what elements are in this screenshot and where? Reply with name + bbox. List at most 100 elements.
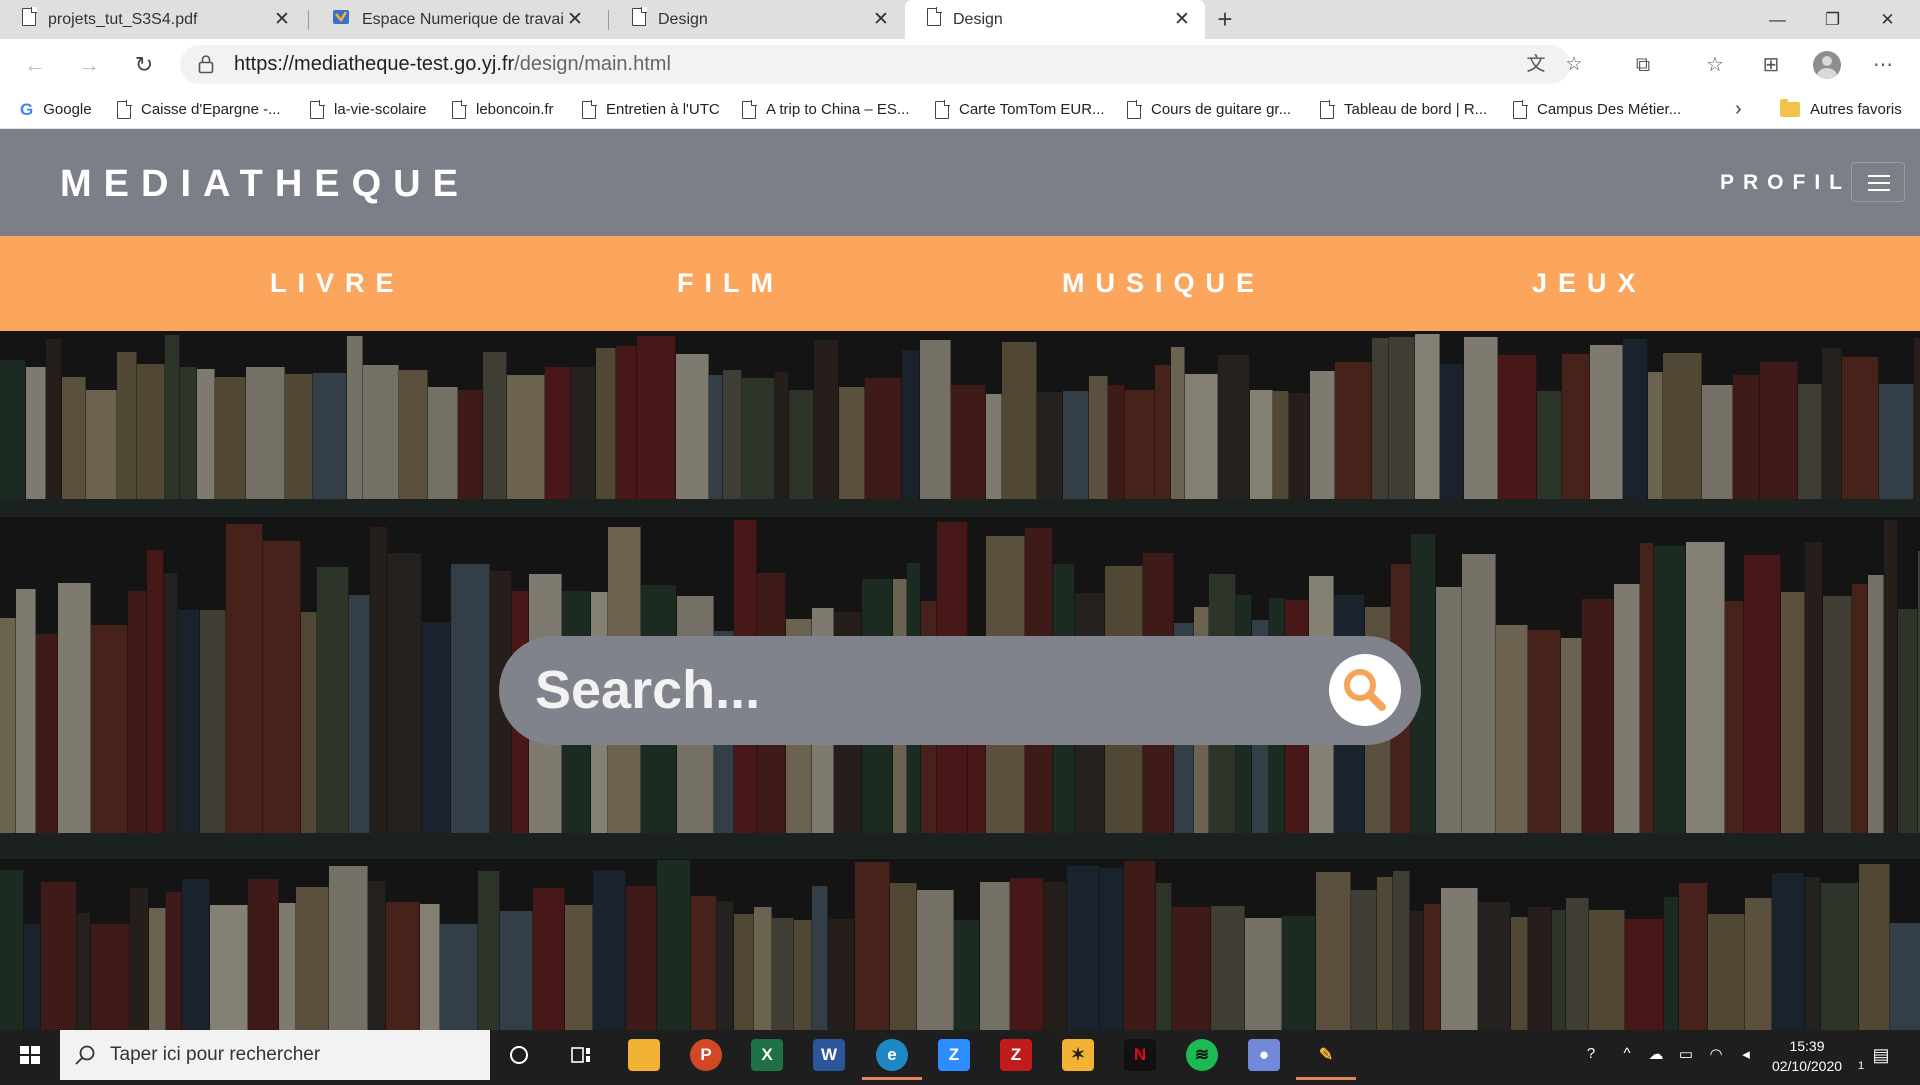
profile-avatar[interactable]: [1813, 51, 1841, 79]
star-icon[interactable]: ☆: [1563, 54, 1585, 76]
browser-tab[interactable]: projets_tut_S3S4.pdf ✕: [0, 0, 305, 39]
app-yellow-icon[interactable]: ✶: [1062, 1039, 1094, 1071]
clock-time[interactable]: 15:39: [1762, 1038, 1852, 1054]
back-button[interactable]: ←: [18, 48, 52, 82]
favorite-link[interactable]: Caisse d'Epargne -...: [117, 90, 281, 129]
category-jeux[interactable]: JEUX: [1532, 268, 1647, 299]
close-icon[interactable]: ✕: [870, 8, 892, 31]
tab-separator: [308, 10, 309, 30]
tab-title: projets_tut_S3S4.pdf: [48, 10, 198, 28]
favorite-label: A trip to China – ES...: [766, 101, 910, 118]
chevron-right-icon[interactable]: ›: [1735, 90, 1742, 129]
powerpoint-icon[interactable]: P: [690, 1039, 722, 1071]
favorite-link[interactable]: Entretien à l'UTC: [582, 90, 720, 129]
favorite-link[interactable]: Campus Des Métier...: [1513, 90, 1681, 129]
address-bar[interactable]: https://mediatheque-test.go.yj.fr/design…: [180, 45, 1583, 84]
chevron-up-icon[interactable]: ^: [1616, 1045, 1638, 1062]
close-icon[interactable]: ✕: [271, 8, 293, 31]
favorite-link[interactable]: A trip to China – ES...: [742, 90, 909, 129]
cortana-icon[interactable]: [503, 1039, 535, 1071]
tab-title: Design: [658, 10, 708, 28]
site-brand[interactable]: MEDIATHEQUE: [60, 163, 470, 206]
other-favorites-folder[interactable]: Autres favoris: [1780, 90, 1902, 129]
forward-button[interactable]: →: [72, 48, 106, 82]
document-icon: [310, 99, 325, 119]
tab-title: Espace Numerique de travail UFC: [362, 10, 564, 28]
edge-icon[interactable]: e: [876, 1039, 908, 1071]
taskbar-search-placeholder: Taper ici pour rechercher: [110, 1044, 321, 1065]
task-view-icon[interactable]: [565, 1039, 597, 1071]
search-button[interactable]: [1329, 654, 1401, 726]
more-menu-icon[interactable]: ⋯: [1870, 52, 1896, 78]
lock-icon: [198, 54, 214, 79]
document-icon: [22, 7, 37, 31]
help-icon[interactable]: ?: [1580, 1045, 1602, 1062]
favorite-link[interactable]: Tableau de bord | R...: [1320, 90, 1487, 129]
category-livre[interactable]: LIVRE: [270, 268, 405, 299]
document-icon: [632, 7, 647, 31]
search-icon: [75, 1045, 95, 1065]
menu-toggle-button[interactable]: [1851, 162, 1905, 202]
ent-favicon-icon: [332, 8, 350, 31]
profile-link[interactable]: PROFIL: [1720, 171, 1851, 195]
windows-taskbar: Taper ici pour rechercher P X W e Z Z ✶ …: [0, 1030, 1920, 1080]
favorite-label: Cours de guitare gr...: [1151, 101, 1292, 118]
close-window-button[interactable]: ✕: [1860, 0, 1915, 39]
file-explorer-icon[interactable]: [628, 1039, 660, 1071]
arrow-left-icon: ←: [24, 52, 46, 77]
collections-icon[interactable]: ⊞: [1758, 52, 1784, 78]
app-tools-icon[interactable]: ✎: [1310, 1039, 1342, 1071]
reload-icon: ↻: [134, 52, 154, 77]
notification-count: 1: [1857, 1060, 1865, 1072]
site-header: MEDIATHEQUE PROFIL: [0, 129, 1920, 236]
document-icon: [935, 99, 950, 119]
close-icon[interactable]: ✕: [1171, 8, 1193, 31]
favorites-bar: G Google Caisse d'Epargne -... la-vie-sc…: [0, 90, 1920, 129]
favorite-link[interactable]: la-vie-scolaire: [310, 90, 427, 129]
filezilla-icon[interactable]: Z: [1000, 1039, 1032, 1071]
favorites-icon[interactable]: ☆: [1702, 52, 1728, 78]
search-input[interactable]: [533, 654, 1293, 726]
document-icon: [1320, 99, 1335, 119]
discord-icon[interactable]: ●: [1248, 1039, 1280, 1071]
spotify-icon[interactable]: ≋: [1186, 1039, 1218, 1071]
battery-icon[interactable]: ▭: [1675, 1045, 1697, 1063]
browser-tab[interactable]: Design ✕: [610, 0, 904, 39]
extensions-icon[interactable]: ⧉: [1630, 52, 1656, 78]
favorite-label: Google: [43, 101, 92, 118]
taskbar-search-box[interactable]: Taper ici pour rechercher: [60, 1030, 490, 1080]
zoom-icon[interactable]: Z: [938, 1039, 970, 1071]
browser-tab[interactable]: Espace Numerique de travail UFC ✕: [310, 0, 598, 39]
translate-icon[interactable]: 文: [1525, 54, 1547, 76]
category-nav: LIVRE FILM MUSIQUE JEUX: [0, 236, 1920, 331]
favorite-link[interactable]: Cours de guitare gr...: [1127, 90, 1291, 129]
category-musique[interactable]: MUSIQUE: [1062, 268, 1265, 299]
minimize-button[interactable]: —: [1750, 0, 1805, 39]
hamburger-icon: [1868, 182, 1890, 184]
new-tab-button[interactable]: +: [1210, 4, 1240, 34]
favorite-link[interactable]: leboncoin.fr: [452, 90, 554, 129]
document-icon: [1127, 99, 1142, 119]
maximize-button[interactable]: ❐: [1805, 0, 1860, 39]
word-icon[interactable]: W: [813, 1039, 845, 1071]
windows-icon: [20, 1046, 40, 1064]
wifi-icon[interactable]: ◠: [1705, 1045, 1727, 1063]
browser-tab-active[interactable]: Design ✕: [905, 0, 1205, 39]
clock-date[interactable]: 02/10/2020: [1762, 1058, 1852, 1074]
start-button[interactable]: [0, 1030, 60, 1080]
excel-icon[interactable]: X: [751, 1039, 783, 1071]
favorite-label: la-vie-scolaire: [334, 101, 427, 118]
reload-button[interactable]: ↻: [127, 48, 161, 82]
tab-title: Design: [953, 10, 1003, 28]
favorite-label: leboncoin.fr: [476, 101, 554, 118]
document-icon: [452, 99, 467, 119]
favorite-link[interactable]: Carte TomTom EUR...: [935, 90, 1105, 129]
volume-icon[interactable]: ◂: [1735, 1045, 1757, 1063]
category-film[interactable]: FILM: [677, 268, 784, 299]
favorite-link[interactable]: G Google: [20, 90, 92, 129]
netflix-icon[interactable]: N: [1124, 1039, 1156, 1071]
google-icon: G: [20, 99, 34, 119]
close-icon[interactable]: ✕: [564, 8, 586, 31]
arrow-right-icon: →: [78, 52, 100, 77]
onedrive-icon[interactable]: ☁: [1645, 1045, 1667, 1063]
